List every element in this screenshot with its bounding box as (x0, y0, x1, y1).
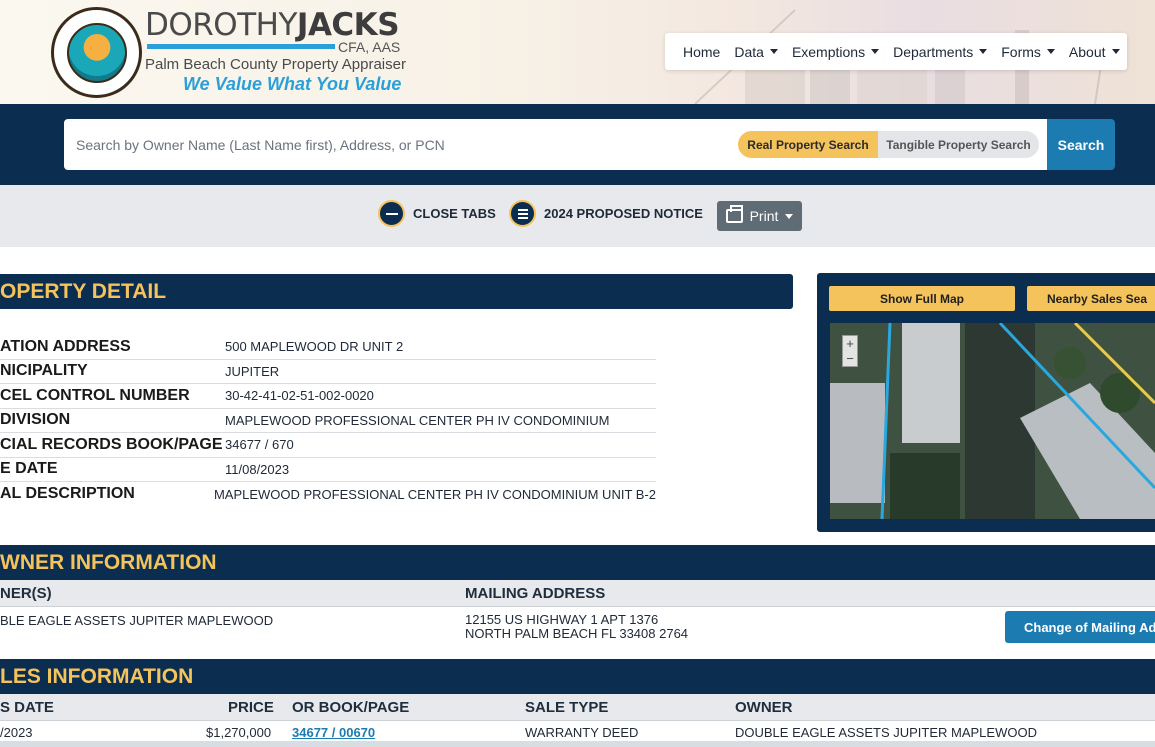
detail-row: CEL CONTROL NUMBER 30-42-41-02-51-002-002… (0, 384, 656, 409)
detail-value: 500 MAPLEWOOD DR UNIT 2 (225, 339, 404, 355)
detail-row: CIAL RECORDS BOOK/PAGE 34677 / 670 (0, 433, 656, 458)
detail-row: E DATE 11/08/2023 (0, 458, 656, 482)
print-label: Print (749, 208, 779, 224)
sales-table-header: S DATE PRICE OR BOOK/PAGE SALE TYPE OWNE… (0, 694, 1155, 721)
zoom-in-button[interactable]: + (846, 337, 854, 350)
map-panel: Show Full Map Nearby Sales Sea + − (817, 273, 1155, 532)
property-detail-title: OPERTY DETAIL (0, 279, 167, 303)
book-page-link[interactable]: 34677 / 00670 (292, 725, 375, 740)
nav-home-label: Home (683, 43, 721, 60)
detail-label: CEL CONTROL NUMBER (0, 386, 190, 404)
aerial-imagery (830, 323, 1155, 519)
detail-row: ATION ADDRESS 500 MAPLEWOOD DR UNIT 2 (0, 335, 656, 360)
detail-row: AL DESCRIPTION MAPLEWOOD PROFESSIONAL CEN… (0, 482, 656, 507)
detail-label: CIAL RECORDS BOOK/PAGE (0, 435, 223, 453)
detail-label: NICIPALITY (0, 362, 88, 380)
sales-information-header: LES INFORMATION (0, 659, 1155, 694)
detail-value: MAPLEWOOD PROFESSIONAL CENTER PH IV COND… (225, 412, 610, 428)
seal-palm-icon (66, 22, 127, 83)
nav-data[interactable]: Data (734, 44, 778, 60)
mailing-line-1: 12155 US HIGHWAY 1 APT 1376 (465, 612, 659, 627)
nav-forms-label: Forms (1001, 43, 1041, 60)
mailing-address-column-header: MAILING ADDRESS (465, 585, 606, 602)
nav-home[interactable]: Home (683, 44, 720, 60)
brand-rule (147, 44, 335, 49)
sales-information-title: LES INFORMATION (0, 664, 194, 688)
nav-about-label: About (1068, 43, 1106, 60)
chevron-down-icon (769, 49, 778, 54)
property-detail-table: ATION ADDRESS 500 MAPLEWOOD DR UNIT 2 NIC… (0, 335, 656, 507)
tangible-property-toggle[interactable]: Tangible Property Search (878, 131, 1039, 158)
proposed-notice-button[interactable]: 2024 PROPOSED NOTICE (509, 200, 703, 227)
nav-about[interactable]: About (1069, 44, 1120, 60)
sale-date-cell: /2023 (0, 725, 33, 740)
real-property-toggle[interactable]: Real Property Search (738, 131, 878, 158)
chevron-down-icon (785, 213, 794, 219)
nav-data-label: Data (734, 43, 764, 60)
appraiser-seal-logo[interactable] (51, 7, 142, 98)
detail-label: AL DESCRIPTION (0, 485, 135, 503)
search-button[interactable]: Search (1047, 119, 1115, 170)
owner-column-header: OWNER (735, 699, 793, 716)
mailing-line-2: NORTH PALM BEACH FL 33408 2764 (465, 626, 689, 641)
detail-value: 30-42-41-02-51-002-0020 (225, 388, 374, 404)
printer-icon (725, 205, 743, 223)
brand-name: DOROTHYJACKS (145, 7, 400, 43)
notice-document-icon (509, 200, 536, 227)
close-tabs-button[interactable]: CLOSE TABS (378, 200, 496, 227)
detail-toolbar: CLOSE TABS 2024 PROPOSED NOTICE Print (0, 185, 1155, 247)
mailing-address: 12155 US HIGHWAY 1 APT 1376 NORTH PALM B… (465, 613, 688, 641)
owners-column-header: NER(S) (0, 585, 52, 602)
detail-label: DIVISION (0, 411, 71, 429)
site-header: DOROTHYJACKS CFA, AAS Palm Beach County … (0, 0, 1155, 104)
detail-label: ATION ADDRESS (0, 337, 131, 355)
minus-circle-icon (378, 200, 405, 227)
show-full-map-button[interactable]: Show Full Map (829, 286, 1015, 311)
zoom-control[interactable]: + − (842, 335, 858, 367)
chevron-down-icon (871, 49, 880, 54)
price-column-header: PRICE (228, 699, 274, 716)
owner-information-header: WNER INFORMATION (0, 545, 1155, 580)
print-button[interactable]: Print (717, 201, 802, 231)
search-input[interactable] (76, 119, 726, 170)
page-bottom-edge (0, 741, 1155, 747)
owner-information-title: WNER INFORMATION (0, 550, 217, 574)
aerial-map[interactable]: + − (830, 323, 1155, 519)
detail-value: 34677 / 670 (225, 437, 294, 453)
detail-label: E DATE (0, 460, 58, 478)
sale-price-cell: $1,270,000 (206, 725, 272, 740)
nearby-sales-button[interactable]: Nearby Sales Sea (1027, 286, 1155, 311)
change-mailing-address-button[interactable]: Change of Mailing Ad (1005, 611, 1155, 643)
detail-value: JUPITER (225, 363, 280, 379)
owner-name: BLE EAGLE ASSETS JUPITER MAPLEWOOD (0, 613, 274, 628)
main-nav: Home Data Exemptions Departments Forms A… (665, 33, 1127, 70)
nav-exemptions[interactable]: Exemptions (791, 43, 880, 60)
nav-departments-label: Departments (893, 43, 974, 60)
nav-forms[interactable]: Forms (1001, 44, 1055, 60)
brand-credentials: CFA, AAS (338, 39, 401, 55)
proposed-notice-label: 2024 PROPOSED NOTICE (544, 206, 703, 221)
sale-type-column-header: SALE TYPE (525, 699, 609, 716)
nav-exemptions-label: Exemptions (791, 43, 866, 60)
sale-type-cell: WARRANTY DEED (525, 725, 639, 740)
zoom-out-button[interactable]: − (846, 352, 854, 365)
brand-subtitle: Palm Beach County Property Appraiser (145, 56, 406, 73)
book-page-column-header: OR BOOK/PAGE (292, 699, 410, 716)
detail-value: 11/08/2023 (225, 461, 290, 477)
sale-owner-cell: DOUBLE EAGLE ASSETS JUPITER MAPLEWOOD (735, 725, 1037, 740)
detail-row: DIVISION MAPLEWOOD PROFESSIONAL CENTER PH… (0, 409, 656, 433)
chevron-down-icon (979, 49, 988, 54)
property-detail-header: OPERTY DETAIL (0, 274, 793, 309)
search-band: Real Property Search Tangible Property S… (0, 104, 1155, 185)
detail-row: NICIPALITY JUPITER (0, 360, 656, 384)
chevron-down-icon (1046, 49, 1055, 54)
nav-departments[interactable]: Departments (893, 43, 988, 60)
chevron-down-icon (1111, 49, 1120, 54)
close-tabs-label: CLOSE TABS (413, 206, 496, 221)
brand-slogan: We Value What You Value (183, 74, 402, 94)
owner-table-header: NER(S) MAILING ADDRESS (0, 580, 1155, 607)
detail-value: MAPLEWOOD PROFESSIONAL CENTER PH IV COND… (213, 486, 656, 502)
search-box: Real Property Search Tangible Property S… (64, 119, 1047, 170)
sales-date-column-header: S DATE (0, 699, 54, 716)
